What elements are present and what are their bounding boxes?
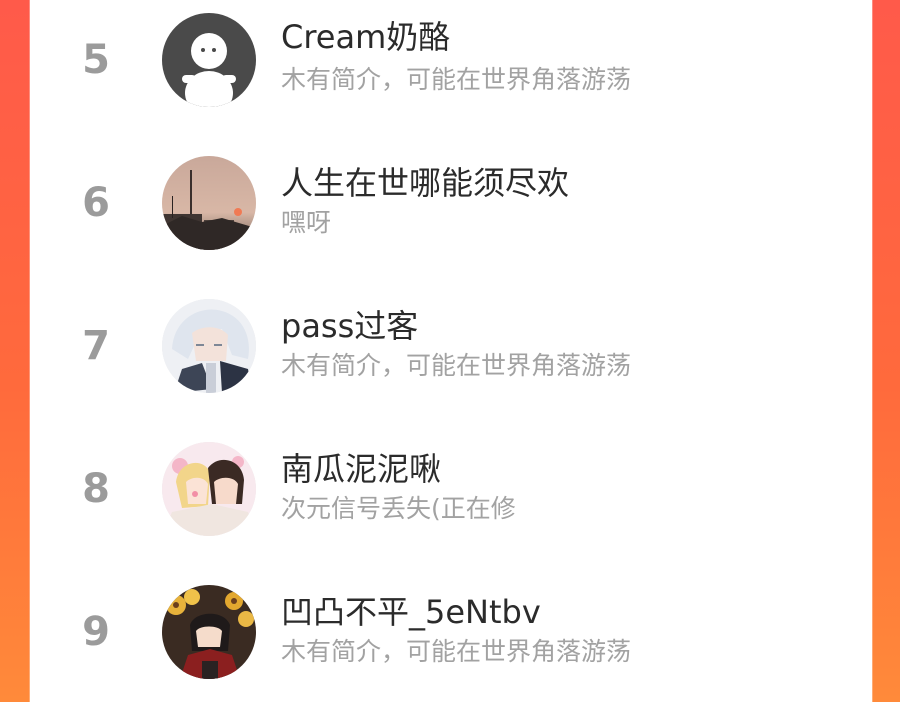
anime-white-hair-character xyxy=(162,299,256,393)
avatar[interactable] xyxy=(162,13,256,107)
avatar[interactable] xyxy=(162,299,256,393)
rank-number: 9 xyxy=(82,609,110,655)
ranking-list-panel: 5 Cream奶酪 木有简介，可能在世界角落游荡 6 人生在世哪能须尽欢 嘿呀 … xyxy=(30,0,872,702)
user-name[interactable]: 南瓜泥泥啾 xyxy=(281,444,441,490)
user-name[interactable]: pass过客 xyxy=(281,301,418,347)
list-item[interactable]: 5 Cream奶酪 木有简介，可能在世界角落游荡 xyxy=(30,0,872,120)
avatar[interactable] xyxy=(162,156,256,250)
user-name[interactable]: 凹凸不平_5eNtbv xyxy=(281,587,541,633)
sunset-street-photo xyxy=(162,156,256,250)
anime-character-sunflowers xyxy=(162,585,256,679)
list-item[interactable]: 6 人生在世哪能须尽欢 嘿呀 xyxy=(30,143,872,263)
list-item[interactable]: 8 南瓜泥泥啾 次元信号丢失(正在修 xyxy=(30,429,872,549)
rank-number: 5 xyxy=(82,37,110,83)
rank-number: 8 xyxy=(82,466,110,512)
rank-number: 7 xyxy=(82,323,110,369)
anime-couple-hugging xyxy=(162,442,256,536)
user-bio: 木有简介，可能在世界角落游荡 xyxy=(281,351,632,380)
list-item[interactable]: 7 pass过客 木有简介，可能在世界角落游荡 xyxy=(30,286,872,406)
rank-number: 6 xyxy=(82,180,110,226)
user-name[interactable]: 人生在世哪能须尽欢 xyxy=(281,158,569,204)
list-item[interactable]: 9 凹凸不平_5eNtbv 木有简介，可能在世界角落游荡 xyxy=(30,572,872,692)
avatar[interactable] xyxy=(162,585,256,679)
user-bio: 嘿呀 xyxy=(281,208,332,237)
user-bio: 次元信号丢失(正在修 xyxy=(281,494,516,523)
default-avatar-icon xyxy=(162,13,256,107)
user-bio: 木有简介，可能在世界角落游荡 xyxy=(281,637,632,666)
avatar[interactable] xyxy=(162,442,256,536)
user-name[interactable]: Cream奶酪 xyxy=(281,12,450,58)
user-bio: 木有简介，可能在世界角落游荡 xyxy=(281,65,632,94)
